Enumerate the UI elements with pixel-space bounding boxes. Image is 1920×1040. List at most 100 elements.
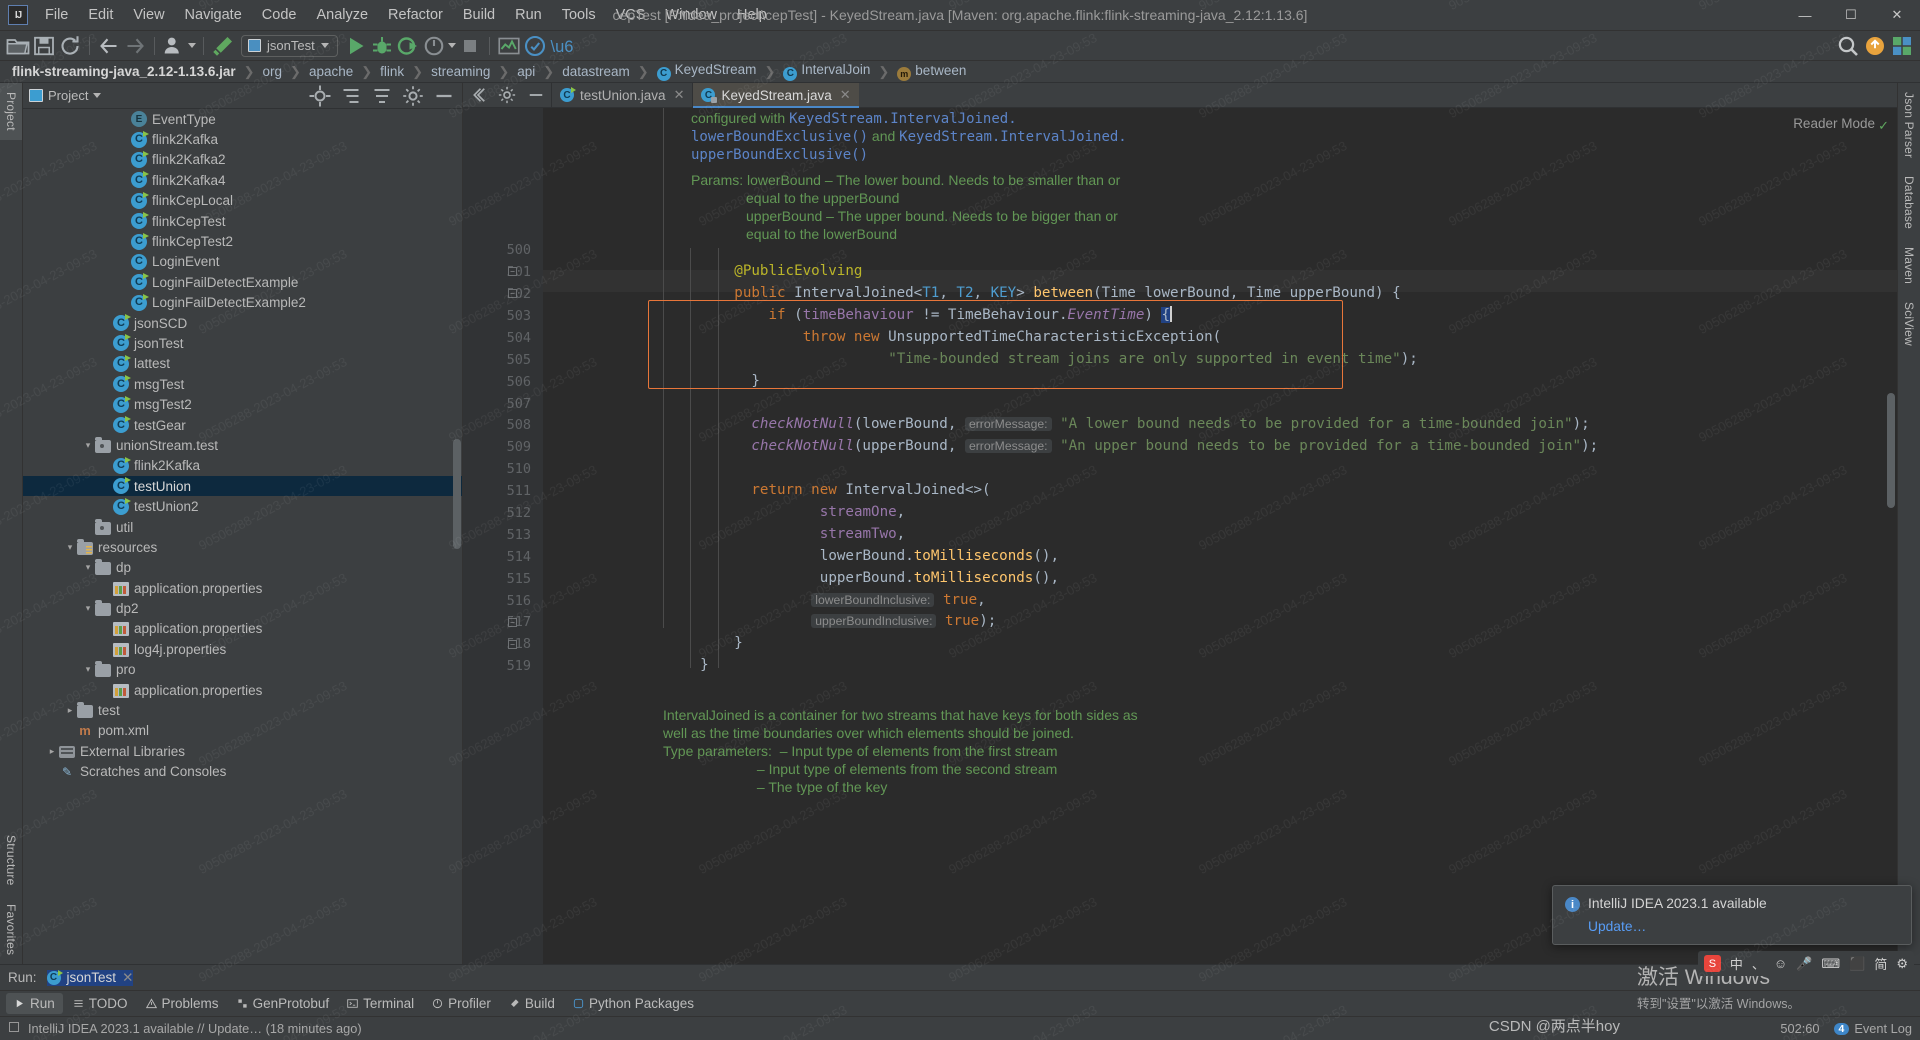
rail-tab-structure[interactable]: Structure (0, 826, 22, 895)
ime-settings-icon[interactable]: ⚙ (1896, 956, 1908, 972)
tree-item-scratches-and-consoles[interactable]: ✎ Scratches and Consoles (23, 762, 462, 782)
inspection-status-icon[interactable]: ✓ (1878, 118, 1889, 134)
project-panel-title-group[interactable]: Project (29, 88, 102, 103)
ime-voice-icon[interactable]: 🎤 (1796, 956, 1812, 972)
tree-item-flinkceplocal[interactable]: CflinkCepLocal (23, 191, 462, 211)
project-tree[interactable]: E EventType Cflink2Kafka Cflink2Kafka2 Cflin… (23, 108, 462, 964)
menu-view[interactable]: View (123, 4, 174, 26)
tree-item-loginevent[interactable]: C LoginEvent (23, 252, 462, 272)
tree-item-jsontest[interactable]: CjsonTest (23, 333, 462, 353)
stop-button[interactable] (458, 34, 482, 58)
run-button[interactable] (344, 34, 368, 58)
tree-item-jsonscd[interactable]: CjsonSCD (23, 313, 462, 333)
chevron-right-icon[interactable]: ▸ (63, 705, 77, 716)
ime-emoji-icon[interactable]: ☺ (1774, 956, 1787, 971)
run-panel-tab[interactable]: C jsonTest ✕ (46, 969, 134, 986)
tree-item-flink2kafka2[interactable]: Cflink2Kafka2 (23, 150, 462, 170)
tool-window-build[interactable]: Build (501, 993, 563, 1014)
sogou-logo-icon[interactable]: S (1703, 955, 1721, 972)
ime-simplified-icon[interactable]: 简 (1874, 954, 1887, 973)
tree-item-msgtest[interactable]: CmsgTest (23, 374, 462, 394)
tree-item-util[interactable]: util (23, 517, 462, 537)
menu-edit[interactable]: Edit (78, 4, 123, 26)
tree-item-test[interactable]: ▸ test (23, 700, 462, 720)
menu-run[interactable]: Run (505, 4, 552, 26)
close-run-tab-icon[interactable]: ✕ (122, 970, 133, 986)
editor-tab-testunion[interactable]: C testUnion.java ✕ (551, 83, 692, 107)
menu-analyze[interactable]: Analyze (306, 4, 378, 26)
run-configuration-selector[interactable]: jsonTest (241, 34, 338, 57)
rail-tab-project[interactable]: Project (0, 83, 22, 140)
tree-item-loginfaildetectexample2[interactable]: C LoginFailDetectExample2 (23, 293, 462, 313)
close-button[interactable]: ✕ (1874, 0, 1920, 30)
tree-item-dp[interactable]: ▾ dp (23, 558, 462, 578)
profile-dropdown-icon[interactable] (447, 43, 456, 48)
menu-code[interactable]: Code (252, 4, 307, 26)
editor-tab-keyedstream[interactable]: C KeyedStream.java ✕ (692, 83, 859, 108)
tree-item-application-properties[interactable]: application.properties (23, 680, 462, 700)
chevron-down-icon[interactable]: ▾ (81, 440, 95, 451)
breadcrumb-item-datastream[interactable]: datastream (560, 64, 632, 79)
breadcrumb-item-keyedstream[interactable]: C KeyedStream (655, 62, 759, 81)
back-arrow-icon[interactable] (97, 34, 121, 58)
hide-icon[interactable] (526, 85, 546, 105)
menu-file[interactable]: File (35, 4, 78, 26)
tree-item-msgtest2[interactable]: CmsgTest2 (23, 394, 462, 414)
tree-item-eventtype[interactable]: E EventType (23, 109, 462, 129)
fold-marker-icon[interactable]: − (508, 267, 517, 277)
menu-help[interactable]: Help (727, 4, 777, 26)
rail-tab-json-parser[interactable]: Json Parser (1898, 83, 1920, 167)
update-notification[interactable]: i IntelliJ IDEA 2023.1 available Update… (1552, 885, 1912, 945)
rail-tab-database[interactable]: Database (1898, 167, 1920, 238)
breadcrumb-item-between[interactable]: m between (895, 63, 968, 81)
profile-button[interactable] (422, 34, 446, 58)
tree-item-loginfaildetectexample[interactable]: C LoginFailDetectExample (23, 272, 462, 292)
expand-all-icon[interactable] (339, 84, 363, 108)
debug-button[interactable] (370, 34, 394, 58)
fold-marker-icon[interactable]: − (508, 639, 517, 649)
build-hammer-icon[interactable] (211, 34, 235, 58)
chevron-down-icon[interactable]: ▾ (81, 562, 95, 573)
tree-item-flinkceptest2[interactable]: CflinkCepTest2 (23, 231, 462, 251)
chevron-down-icon[interactable]: ▾ (81, 603, 95, 614)
rail-tab-favorites[interactable]: Favorites (0, 895, 22, 964)
tree-item-application-properties[interactable]: application.properties (23, 578, 462, 598)
menu-build[interactable]: Build (453, 4, 505, 26)
editor-scrollbar[interactable] (1887, 393, 1895, 508)
tree-item-flinkceptest[interactable]: CflinkCepTest (23, 211, 462, 231)
breadcrumb-item-jar[interactable]: flink-streaming-java_2.12-1.13.6.jar (10, 64, 238, 79)
caret-position[interactable]: 502:60 (1780, 1021, 1819, 1036)
project-tree-scrollbar[interactable] (453, 439, 461, 549)
forward-arrow-icon[interactable] (123, 34, 147, 58)
chevron-down-icon[interactable]: ▾ (81, 664, 95, 675)
tree-item-testunion2[interactable]: CtestUnion2 (23, 496, 462, 516)
inspect-icon[interactable] (523, 34, 547, 58)
search-icon[interactable] (1836, 34, 1860, 58)
tree-item-flink2kafka[interactable]: Cflink2Kafka (23, 129, 462, 149)
close-tab-icon[interactable]: ✕ (840, 87, 851, 103)
status-message[interactable]: IntelliJ IDEA 2023.1 available // Update… (28, 1021, 362, 1036)
gear-icon[interactable] (1890, 34, 1914, 58)
breadcrumb-item-org[interactable]: org (261, 64, 285, 79)
notification-update-link[interactable]: Update… (1588, 919, 1899, 934)
profile-user-icon[interactable] (162, 34, 186, 58)
collapse-all-icon[interactable] (370, 84, 394, 108)
tool-window-python-packages[interactable]: Python Packages (565, 993, 702, 1014)
translate-icon[interactable]: \u6587 (549, 34, 573, 58)
breadcrumb-item-apache[interactable]: apache (307, 64, 355, 79)
profile-caret-icon[interactable] (188, 43, 196, 48)
tree-item-testgear[interactable]: CtestGear (23, 415, 462, 435)
breadcrumb-item-flink[interactable]: flink (378, 64, 406, 79)
tree-item-log4j-properties[interactable]: log4j.properties (23, 639, 462, 659)
tree-item-dp2[interactable]: ▾ dp2 (23, 598, 462, 618)
rail-tab-sciview[interactable]: SciView (1898, 293, 1920, 355)
ime-punctuation-icon[interactable]: 、 (1752, 954, 1765, 973)
tree-item-resources[interactable]: ▾ resources (23, 537, 462, 557)
breadcrumb-item-intervaljoin[interactable]: C IntervalJoin (781, 62, 872, 81)
chart-icon[interactable] (497, 34, 521, 58)
settings-gear-icon[interactable] (401, 84, 425, 108)
gear-icon[interactable] (497, 85, 517, 105)
line-number-gutter[interactable]: 500 501 502 503 504 505 506 507 508 509 510 511 512 5… (463, 108, 543, 964)
tree-item-pro[interactable]: ▾ pro (23, 660, 462, 680)
event-log-button[interactable]: 4 Event Log (1833, 1021, 1912, 1036)
